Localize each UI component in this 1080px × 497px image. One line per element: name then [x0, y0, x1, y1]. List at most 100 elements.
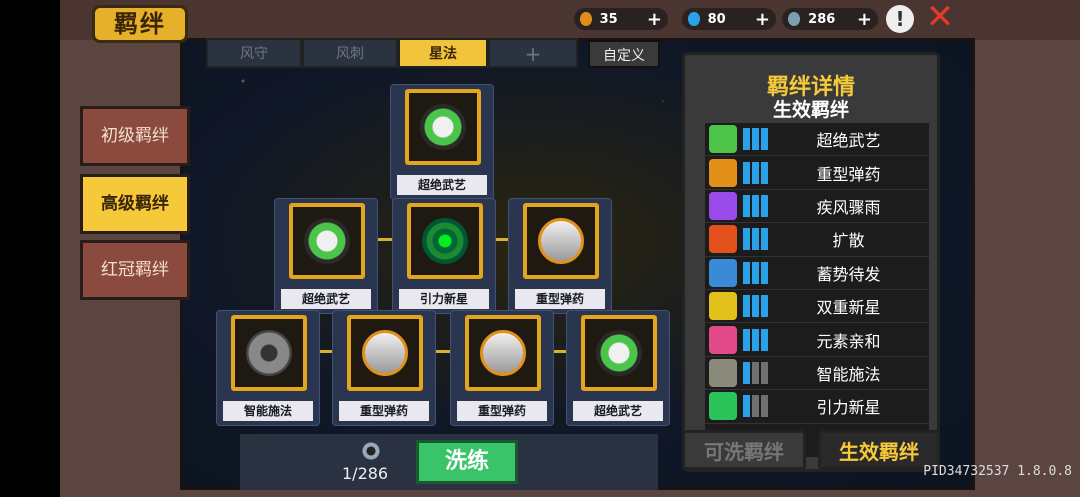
tab-fengshou[interactable]: 风守 [206, 38, 302, 68]
bond-icon [709, 125, 737, 154]
bond-list-label: 智能施法 [816, 364, 881, 384]
add-gem-button[interactable]: + [755, 9, 770, 30]
sword-icon [581, 315, 657, 391]
coin-icon [360, 440, 382, 462]
coin-icon [788, 12, 801, 26]
bond-level-bar [743, 194, 750, 217]
bond-icon [709, 325, 737, 354]
bond-level-bar [752, 194, 759, 217]
gear-icon [231, 315, 307, 391]
bond-level-bar [752, 128, 759, 151]
tab-active-bonds[interactable]: 生效羁绊 [818, 430, 940, 470]
bond-level-bar [752, 361, 759, 384]
bond-level-bars [743, 161, 768, 184]
add-fire-button[interactable]: + [647, 9, 662, 30]
bond-level-bar [761, 261, 768, 284]
bond-list-label: 元素亲和 [816, 331, 881, 351]
bond-icon [709, 292, 737, 321]
bond-icon [709, 191, 737, 220]
bond-level-bar [743, 395, 750, 418]
bond-level-bar [752, 161, 759, 184]
bond-level-bar [752, 295, 759, 318]
fire-resource: 35 + [574, 8, 668, 30]
bond-node-bottom-1[interactable]: 智能施法 [216, 310, 320, 426]
bond-detail-panel: 羁绊详情 生效羁绊 超绝武艺 重型弹药 疾风骤雨 扩散 蓄势待发 双重新星 元素亲和 智能施法… [682, 52, 940, 472]
bond-icon [709, 358, 737, 387]
tab-add[interactable]: + [488, 38, 578, 68]
bond-list[interactable]: 超绝武艺重型弹药疾风骤雨扩散蓄势待发双重新星元素亲和智能施法引力新星 [705, 123, 929, 457]
bond-node-bottom-4[interactable]: 超绝武艺 [566, 310, 670, 426]
refine-cost: 1/286 [342, 464, 389, 483]
bond-node-top[interactable]: 超绝武艺 [390, 84, 494, 200]
bond-level-bar [761, 361, 768, 384]
tab-custom[interactable]: 自定义 [588, 40, 660, 68]
bond-list-label: 双重新星 [816, 298, 881, 318]
bond-level-bars [743, 361, 768, 384]
close-icon[interactable]: ✕ [924, 0, 956, 34]
sword-icon [405, 89, 481, 165]
refine-button[interactable]: 洗练 [416, 440, 518, 484]
side-tab-redcrown[interactable]: 红冠羁绊 [80, 240, 190, 300]
sword-icon [289, 203, 365, 279]
bond-level-bars [743, 395, 768, 418]
bond-level-bar [752, 261, 759, 284]
side-tab-basic[interactable]: 初级羁绊 [80, 106, 190, 166]
bond-level-bars [743, 194, 768, 217]
bond-node-bottom-2[interactable]: 重型弹药 [332, 310, 436, 426]
bond-list-item[interactable]: 重型弹药 [705, 156, 929, 190]
bond-level-bar [761, 328, 768, 351]
bond-level-bar [761, 295, 768, 318]
bond-level-bars [743, 228, 768, 251]
bond-icon [709, 258, 737, 287]
side-tab-advanced[interactable]: 高级羁绊 [80, 174, 190, 234]
bond-level-bars [743, 128, 768, 151]
bond-level-bar [761, 161, 768, 184]
bond-node-bottom-3[interactable]: 重型弹药 [450, 310, 554, 426]
bond-level-bar [743, 295, 750, 318]
tab-xingfa[interactable]: 星法 [398, 38, 488, 68]
bond-list-item[interactable]: 引力新星 [705, 390, 929, 424]
bond-list-item[interactable]: 扩散 [705, 223, 929, 257]
bond-level-bar [743, 128, 750, 151]
bond-level-bar [743, 328, 750, 351]
bond-list-item[interactable]: 双重新星 [705, 290, 929, 324]
bond-level-bar [752, 228, 759, 251]
bond-list-label: 引力新星 [816, 398, 881, 418]
fire-icon [580, 12, 592, 26]
bond-list-item[interactable]: 元素亲和 [705, 323, 929, 357]
add-coin-button[interactable]: + [857, 9, 872, 30]
bond-node-mid-3[interactable]: 重型弹药 [508, 198, 612, 314]
bond-list-label: 蓄势待发 [816, 264, 881, 284]
coin-resource: 286 + [782, 8, 878, 30]
detail-subtitle: 生效羁绊 [772, 99, 849, 121]
bond-list-item[interactable]: 超绝武艺 [705, 123, 929, 157]
bond-level-bars [743, 261, 768, 284]
bond-node-mid-1[interactable]: 超绝武艺 [274, 198, 378, 314]
gem-icon [688, 12, 700, 26]
bond-icon [709, 225, 737, 254]
bond-level-bar [761, 128, 768, 151]
bond-level-bar [761, 395, 768, 418]
bond-level-bars [743, 328, 768, 351]
bond-level-bar [743, 361, 750, 384]
bond-list-label: 疾风骤雨 [816, 197, 881, 217]
bond-level-bar [752, 395, 759, 418]
bond-level-bar [743, 228, 750, 251]
bond-icon [709, 392, 737, 421]
tab-refinable-bonds[interactable]: 可洗羁绊 [682, 430, 806, 470]
bullet-icon [465, 315, 541, 391]
bond-level-bars [743, 295, 768, 318]
bond-node-mid-2[interactable]: 引力新星 [392, 198, 496, 314]
bond-list-label: 超绝武艺 [816, 131, 881, 151]
bond-level-bar [761, 228, 768, 251]
gem-resource: 80 + [682, 8, 776, 30]
bond-level-bar [752, 328, 759, 351]
bond-list-item[interactable]: 蓄势待发 [705, 257, 929, 290]
bond-list-item[interactable]: 智能施法 [705, 357, 929, 391]
tab-fengci[interactable]: 风刺 [302, 38, 398, 68]
bond-list-label: 扩散 [832, 231, 865, 251]
bond-list-item[interactable]: 疾风骤雨 [705, 190, 929, 224]
gravity-icon [407, 203, 483, 279]
alert-icon[interactable]: ! [886, 5, 914, 33]
bond-icon [709, 158, 737, 187]
